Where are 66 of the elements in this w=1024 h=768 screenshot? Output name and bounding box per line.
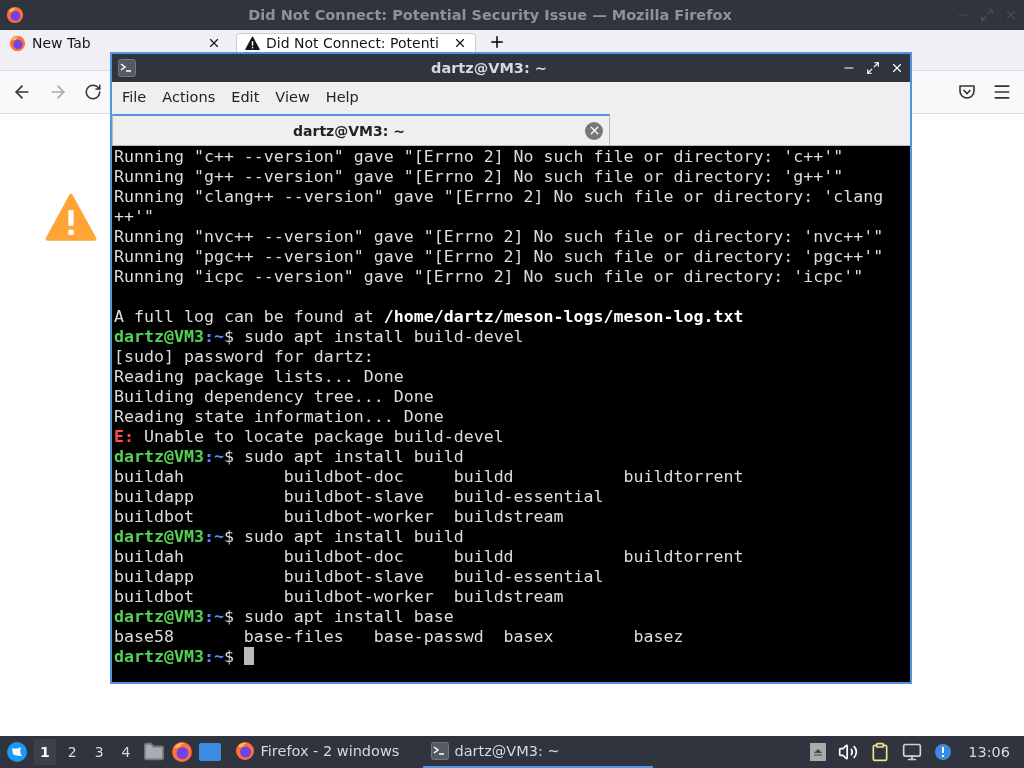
terminal-line: buildapp buildbot-slave build-essential	[114, 567, 605, 587]
terminal-line: dartz@VM3:~$ sudo apt install build-devel	[114, 327, 525, 347]
terminal-line: buildapp buildbot-slave build-essential	[114, 487, 605, 507]
terminal-line: Reading state information... Done	[114, 407, 445, 427]
desktop-button[interactable]: 1	[34, 739, 56, 765]
terminal-line: A full log can be found at /home/dartz/meson-logs/meson-log.txt	[114, 307, 745, 327]
clock: 13:06	[968, 744, 1010, 760]
firefox-icon	[9, 34, 26, 52]
menu-icon[interactable]	[992, 82, 1012, 102]
warning-icon	[245, 35, 260, 51]
eject-icon[interactable]	[810, 743, 827, 761]
terminal-line: Running "g++ --version" gave "[Errno 2] No such file or directory: 'g++'"	[114, 167, 845, 187]
terminal-line: dartz@VM3:~$ sudo apt install base	[114, 607, 455, 627]
notification-icon[interactable]	[934, 743, 953, 761]
terminal-line: [sudo] password for dartz:	[114, 347, 375, 367]
close-icon[interactable]	[890, 61, 904, 75]
terminal-line: E: Unable to locate package build-devel	[114, 427, 505, 447]
warning-icon	[45, 192, 97, 244]
menu-item[interactable]: Help	[317, 85, 367, 109]
terminal-line: buildah buildbot-doc buildd buildtorrent	[114, 467, 745, 487]
terminal-line: dartz@VM3:~$	[114, 647, 910, 667]
terminal-line: buildbot buildbot-worker buildstream	[114, 507, 565, 527]
new-tab-icon[interactable]	[488, 33, 506, 51]
terminal-tab[interactable]: dartz@VM3: ~	[112, 114, 610, 145]
close-icon[interactable]	[207, 36, 221, 50]
terminal-line: Running "icpc --version" gave "[Errno 2] No such file or directory: 'icpc'"	[114, 267, 865, 287]
terminal-line: buildbot buildbot-worker buildstream	[114, 587, 565, 607]
window-title: Did Not Connect: Potential Security Issue — Mozilla Firefox	[247, 7, 733, 23]
terminal-icon	[430, 742, 449, 760]
pocket-icon[interactable]	[958, 83, 976, 101]
reload-icon[interactable]	[84, 83, 102, 101]
firefox-icon	[234, 741, 255, 761]
close-tab-button[interactable]	[585, 121, 603, 140]
terminal-line: Running "pgc++ --version" gave "[Errno 2] No such file or directory: 'pgc++'"	[114, 247, 885, 267]
terminal-line: Running "clang++ --version" gave "[Errno 2] No such file or directory: 'clang	[114, 187, 885, 207]
menu-item[interactable]: Actions	[154, 85, 224, 109]
taskbar-button[interactable]: Firefox - 2 windows	[226, 736, 417, 768]
terminal-line: base58 base-files base-passwd basex basez	[114, 627, 685, 647]
firefox-icon[interactable]	[170, 741, 193, 763]
terminal-icon	[118, 59, 136, 77]
terminal-line: ++'"	[114, 207, 155, 227]
terminal-line: Running "nvc++ --version" gave "[Errno 2] No such file or directory: 'nvc++'"	[114, 227, 885, 247]
terminal-line: Reading package lists... Done	[114, 367, 405, 387]
desktop-button[interactable]: 4	[115, 739, 137, 765]
taskbar-button[interactable]: dartz@VM3: ~	[422, 736, 653, 768]
menu-item[interactable]: View	[267, 85, 318, 109]
file-manager-icon[interactable]	[142, 741, 165, 763]
desktop-button[interactable]: 3	[88, 739, 110, 765]
menu-item[interactable]: Edit	[223, 85, 268, 109]
terminal-line: dartz@VM3:~$ sudo apt install build	[114, 447, 465, 467]
desktop-icon[interactable]	[198, 743, 221, 761]
terminal-line: buildah buildbot-doc buildd buildtorrent	[114, 547, 745, 567]
firefox-icon	[6, 6, 24, 24]
browser-tab[interactable]: New Tab	[0, 33, 230, 52]
menu-item[interactable]: File	[114, 85, 155, 109]
close-icon[interactable]	[453, 36, 467, 50]
clipboard-icon[interactable]	[870, 742, 891, 762]
window-title: dartz@VM3: ~	[430, 60, 548, 76]
start-menu-icon[interactable]	[6, 741, 28, 763]
volume-icon[interactable]	[838, 742, 859, 762]
browser-tab[interactable]: Did Not Connect: Potenti	[236, 33, 476, 52]
terminal-line: Building dependency tree... Done	[114, 387, 435, 407]
desktop-button[interactable]: 2	[61, 739, 83, 765]
maximize-icon[interactable]	[866, 61, 880, 75]
terminal-line: Running "c++ --version" gave "[Errno 2] No such file or directory: 'c++'"	[114, 147, 845, 167]
terminal-line: dartz@VM3:~$ sudo apt install build	[114, 527, 465, 547]
